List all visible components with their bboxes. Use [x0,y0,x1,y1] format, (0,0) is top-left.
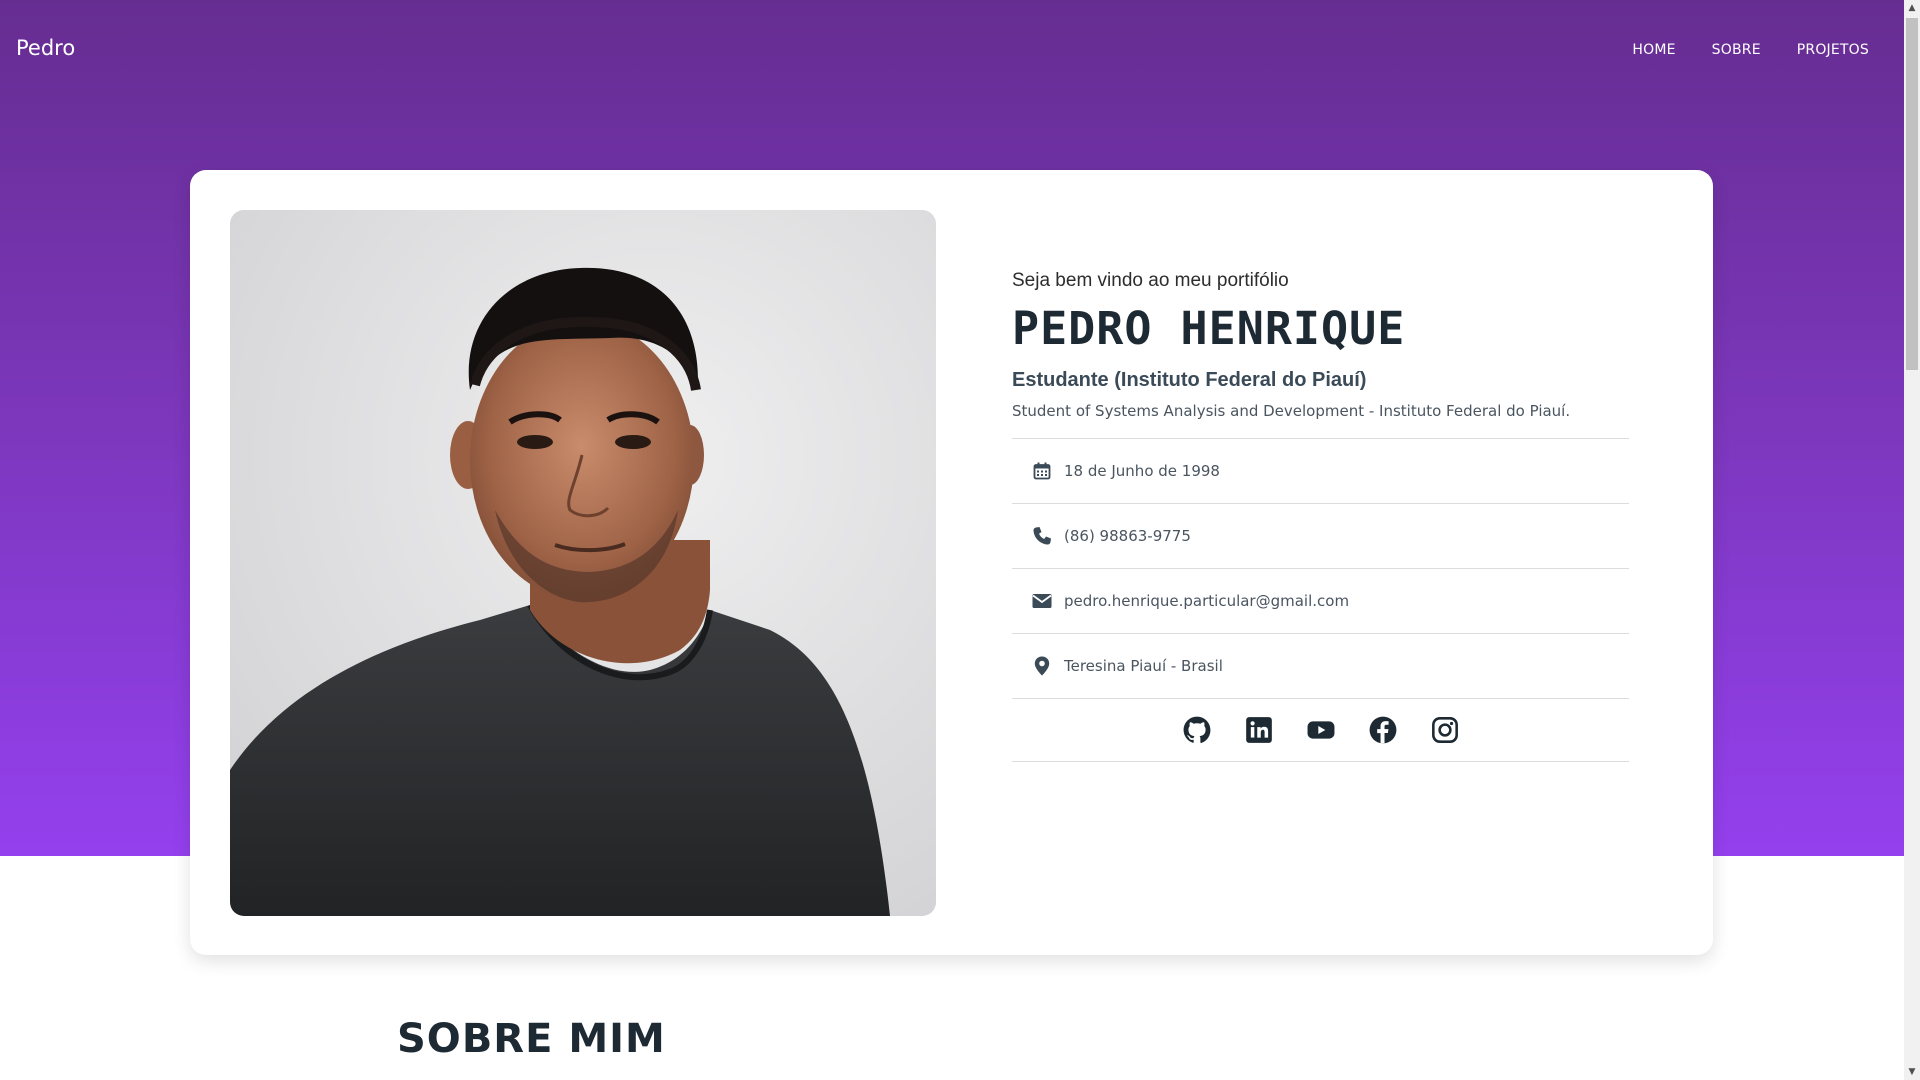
calendar-icon [1032,461,1052,481]
profile-photo [230,210,936,916]
profile-card: Seja bem vindo ao meu portifólio PEDRO H… [190,170,1713,955]
contact-birthdate-text: 18 de Junho de 1998 [1064,462,1220,480]
contact-phone-text: (86) 98863-9775 [1064,527,1191,545]
page: Pedro HOME SOBRE PROJETOS Seja bem vindo… [0,0,1920,1080]
navbar: Pedro HOME SOBRE PROJETOS [0,0,1904,100]
profile-photo-illustration [230,210,936,916]
contact-list: 18 de Junho de 1998 (86) 98863-9775 pedr… [1012,438,1629,699]
social-links [1012,699,1629,762]
nav-link-projetos[interactable]: PROJETOS [1797,42,1869,58]
contact-email-text[interactable]: pedro.henrique.particular@gmail.com [1064,592,1349,610]
nav-link-sobre[interactable]: SOBRE [1712,42,1761,58]
welcome-text: Seja bem vindo ao meu portifólio [1012,270,1289,291]
contact-item-birthdate: 18 de Junho de 1998 [1012,439,1629,504]
profile-description: Student of Systems Analysis and Developm… [1012,402,1571,420]
about-section-title: SOBRE MIM [397,1016,666,1062]
phone-icon [1032,526,1052,546]
nav-links: HOME SOBRE PROJETOS [1632,42,1869,58]
nav-link-home[interactable]: HOME [1632,42,1675,58]
profile-role: Estudante (Instituto Federal do Piauí) [1012,369,1367,391]
facebook-icon[interactable] [1369,716,1397,744]
scrollbar-thumb[interactable] [1906,18,1918,370]
profile-info: Seja bem vindo ao meu portifólio PEDRO H… [1012,270,1629,762]
scroll-up-arrow-icon[interactable]: ▲ [1904,0,1920,16]
envelope-icon [1032,591,1052,611]
scroll-down-arrow-icon[interactable]: ▼ [1904,1064,1920,1080]
profile-name: PEDRO HENRIQUE [1012,302,1406,355]
linkedin-icon[interactable] [1245,716,1273,744]
brand-link[interactable]: Pedro [16,36,75,60]
instagram-icon[interactable] [1431,716,1459,744]
youtube-icon[interactable] [1307,716,1335,744]
contact-item-phone: (86) 98863-9775 [1012,504,1629,569]
contact-item-email: pedro.henrique.particular@gmail.com [1012,569,1629,634]
map-marker-icon [1032,656,1052,676]
page-scrollbar[interactable]: ▲ ▼ [1904,0,1920,1080]
contact-location-text: Teresina Piauí - Brasil [1064,657,1223,675]
contact-item-location: Teresina Piauí - Brasil [1012,634,1629,699]
github-icon[interactable] [1183,716,1211,744]
